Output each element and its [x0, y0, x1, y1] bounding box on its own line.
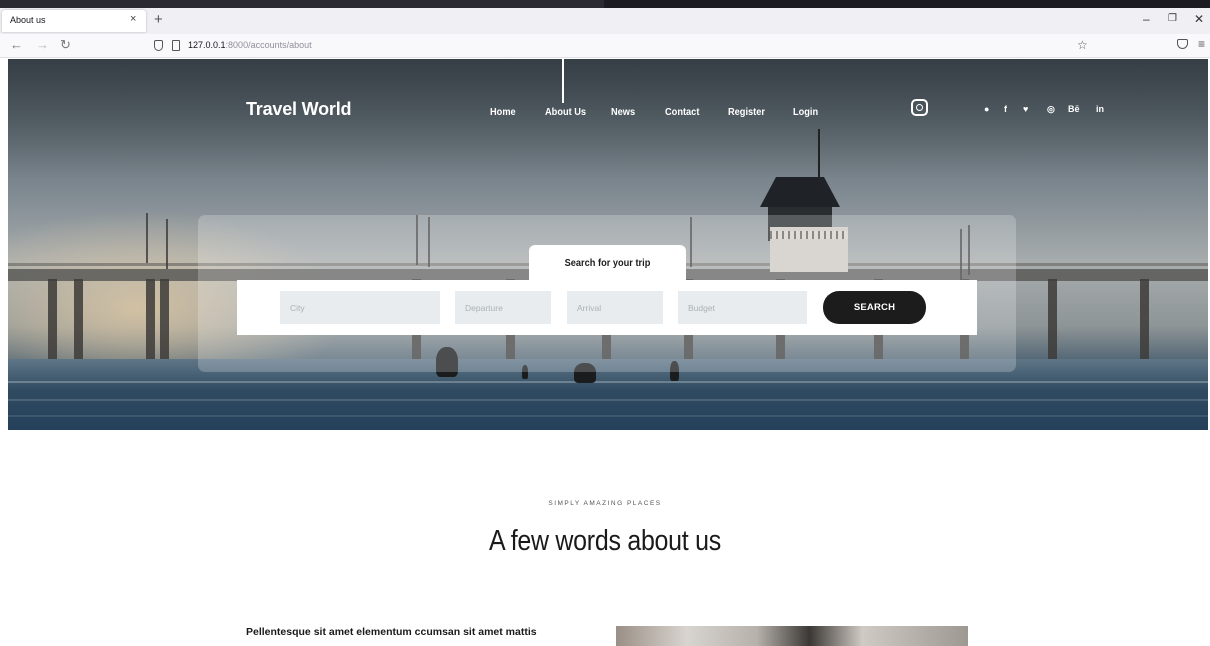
nav-home[interactable]: Home	[490, 106, 516, 118]
facebook-icon[interactable]: f	[1004, 104, 1007, 114]
about-image	[616, 626, 968, 646]
url-text[interactable]: 127.0.0.1:8000/accounts/about	[188, 40, 312, 50]
linkedin-icon[interactable]: in	[1096, 104, 1104, 114]
arrival-input[interactable]	[567, 291, 663, 324]
tab-close-icon[interactable]: ×	[130, 13, 136, 25]
section-title: A few words about us	[489, 525, 721, 557]
address-bar[interactable]: 127.0.0.1:8000/accounts/about	[148, 37, 1108, 55]
nav-register[interactable]: Register	[728, 106, 765, 118]
nav-about-us[interactable]: About Us	[545, 106, 586, 118]
twitter-icon[interactable]: ♥	[1023, 104, 1028, 114]
tracking-shield-icon[interactable]	[154, 40, 163, 51]
dribbble-icon[interactable]: ●	[984, 104, 989, 114]
tab-bar: About us × + – ❐ ✕	[0, 8, 1210, 34]
os-title-strip	[0, 0, 1210, 8]
section-eyebrow: SIMPLY AMAZING PLACES	[548, 500, 662, 507]
new-tab-button[interactable]: +	[154, 11, 163, 29]
browser-toolbar: ← → ↻ 127.0.0.1:8000/accounts/about ☆ ≡	[0, 34, 1210, 58]
behance-icon[interactable]: Bē	[1068, 104, 1080, 114]
hero-banner: Travel World Home About Us News Contact …	[8, 59, 1208, 430]
browser-tab-about[interactable]: About us ×	[2, 10, 146, 32]
about-lead-text: Pellentesque sit amet elementum ccumsan …	[246, 626, 537, 638]
close-window-button[interactable]: ✕	[1194, 12, 1204, 26]
hamburger-menu-icon[interactable]: ≡	[1198, 37, 1205, 51]
tab-title: About us	[10, 15, 46, 25]
back-arrow-icon[interactable]: ←	[10, 38, 23, 52]
restore-button[interactable]: ❐	[1168, 13, 1177, 24]
site-logo[interactable]: Travel World	[246, 99, 352, 120]
reload-icon[interactable]: ↻	[60, 38, 71, 52]
departure-input[interactable]	[455, 291, 551, 324]
search-form: SEARCH	[237, 280, 977, 335]
search-button[interactable]: SEARCH	[823, 291, 926, 324]
search-tab: Search for your trip	[529, 245, 686, 281]
pinterest-icon[interactable]: ◎	[1047, 104, 1055, 115]
page-info-icon[interactable]	[172, 40, 180, 51]
nav-contact[interactable]: Contact	[665, 106, 699, 118]
search-tab-label: Search for your trip	[564, 257, 651, 269]
minimize-button[interactable]: –	[1143, 12, 1150, 26]
nav-news[interactable]: News	[611, 106, 635, 118]
budget-input[interactable]	[678, 291, 807, 324]
bookmark-star-icon[interactable]: ☆	[1077, 39, 1088, 51]
instagram-icon[interactable]	[911, 99, 928, 116]
city-input[interactable]	[280, 291, 440, 324]
pocket-icon[interactable]	[1177, 39, 1188, 49]
forward-arrow-icon[interactable]: →	[36, 38, 49, 52]
nav-login[interactable]: Login	[793, 106, 818, 118]
